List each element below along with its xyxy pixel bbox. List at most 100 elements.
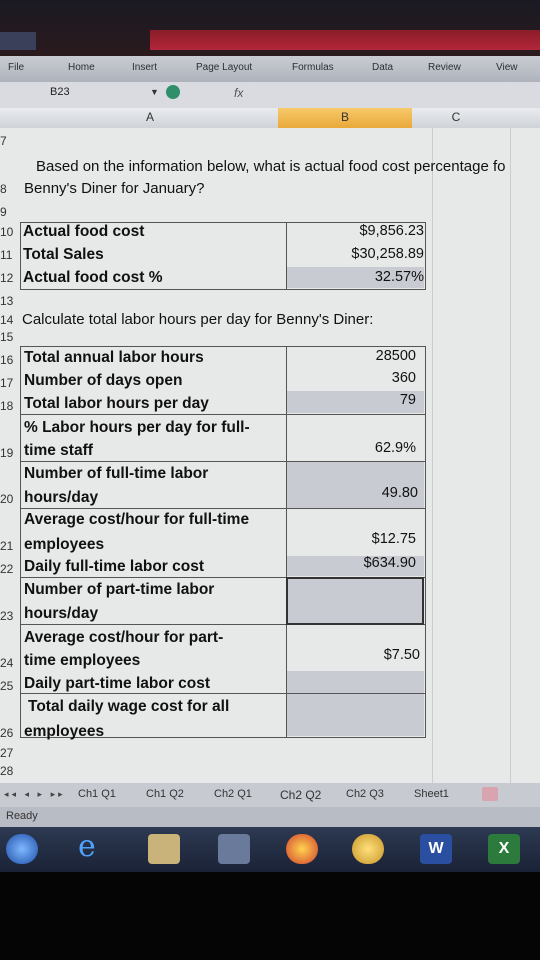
row-number[interactable]: 28 [0,764,22,778]
daily-ft-cost-label: Daily full-time labor cost [24,558,205,575]
column-header-c[interactable]: C [446,110,466,124]
row-number[interactable]: 11 [0,248,22,262]
row-number[interactable]: 7 [0,134,22,148]
row-number[interactable]: 23 [0,609,22,623]
sheet-nav-arrows-icon[interactable]: ◂◂ ◂ ▸ ▸▸ [4,789,66,800]
ft-hours-value[interactable]: 49.80 [382,485,418,501]
row-number[interactable]: 8 [0,182,22,196]
tab-formulas[interactable]: Formulas [292,62,334,73]
app-icon[interactable] [352,834,384,864]
question-1-line-2: Benny's Diner for January? [24,180,205,197]
status-text: Ready [6,810,38,822]
sheet-tab-ch2-q3[interactable]: Ch2 Q3 [346,788,384,800]
ft-hours-label-line-1: Number of full-time labor [24,465,209,482]
row-number[interactable]: 19 [0,446,22,460]
tab-review[interactable]: Review [428,62,461,73]
insert-sheet-icon[interactable] [482,787,498,801]
chevron-down-icon[interactable]: ▼ [150,87,159,97]
taskbar: e W X [0,827,540,872]
daily-pt-cost-label: Daily part-time labor cost [24,675,211,692]
tab-file[interactable]: File [8,62,24,73]
function-wizard-icon[interactable] [166,85,180,99]
file-explorer-icon[interactable] [148,834,180,864]
tab-view[interactable]: View [496,62,518,73]
sheet-tab-bar: ◂◂ ◂ ▸ ▸▸ Ch1 Q1 Ch1 Q2 Ch2 Q1 Ch2 Q2 Ch… [0,783,540,807]
screen-bezel [0,872,540,960]
ft-hours-label-line-2: hours/day [24,489,99,506]
labor-hours-per-day-value[interactable]: 79 [400,392,416,408]
tab-data[interactable]: Data [372,62,393,73]
start-button-icon[interactable] [6,834,38,864]
total-sales-value[interactable]: $30,258.89 [351,246,424,262]
actual-food-cost-label: Actual food cost [23,223,145,240]
column-header-a[interactable]: A [140,110,160,124]
pct-ft-label-line-2: time staff [24,442,93,459]
name-box[interactable]: B23 [50,86,160,102]
row-number[interactable]: 24 [0,656,22,670]
column-headers: A B C [0,108,540,129]
labor-hours-per-day-label: Total labor hours per day [24,395,209,412]
word-icon[interactable]: W [420,834,452,864]
column-header-b[interactable]: B [335,110,355,124]
pt-hours-label-line-2: hours/day [24,605,99,622]
tab-insert[interactable]: Insert [132,62,157,73]
annual-labor-hours-label: Total annual labor hours [24,349,204,366]
total-wage-label-line-2: employees [24,723,105,740]
pt-hours-label-line-1: Number of part-time labor [24,581,215,598]
total-wage-cell-shade [287,694,424,736]
daily-pt-cost-cell-shade [287,671,424,693]
question-1-line-1: Based on the information below, what is … [36,158,506,175]
row-number[interactable]: 10 [0,225,22,239]
row-number[interactable]: 15 [0,330,22,344]
pt-cost-label-line-1: Average cost/hour for part- [24,629,224,646]
selected-cell-b23[interactable] [286,577,424,625]
row-number[interactable]: 27 [0,746,22,760]
daily-ft-cost-value[interactable]: $634.90 [364,555,416,571]
formula-bar: B23 ▼ fx [0,82,540,109]
tab-page-layout[interactable]: Page Layout [196,62,252,73]
actual-food-cost-value[interactable]: $9,856.23 [359,223,424,239]
ft-cost-value[interactable]: $12.75 [372,531,416,547]
sheet-tab-ch2-q2[interactable]: Ch2 Q2 [280,788,321,802]
media-player-icon[interactable] [218,834,250,864]
row-number[interactable]: 26 [0,726,22,740]
pct-ft-value[interactable]: 62.9% [375,440,416,456]
excel-icon[interactable]: X [488,834,520,864]
days-open-label: Number of days open [24,372,183,389]
row-number[interactable]: 25 [0,679,22,693]
annual-labor-hours-value[interactable]: 28500 [376,348,416,364]
row-number[interactable]: 9 [0,205,22,219]
status-bar: Ready [0,807,540,827]
row-number[interactable]: 20 [0,492,22,506]
ft-cost-label-line-1: Average cost/hour for full-time [24,511,250,528]
row-number[interactable]: 12 [0,271,22,285]
row-number[interactable]: 18 [0,399,22,413]
chrome-icon[interactable] [286,834,318,864]
question-2: Calculate total labor hours per day for … [22,311,374,328]
internet-explorer-icon[interactable]: e [78,829,110,864]
title-bar [0,0,540,56]
worksheet[interactable]: 7 8 9 10 11 12 13 14 15 16 17 18 19 20 2… [0,128,540,783]
actual-food-cost-pct-value[interactable]: 32.57% [375,269,424,285]
quick-access-toolbar[interactable] [0,32,36,50]
pct-ft-label-line-1: % Labor hours per day for full- [24,419,250,436]
sheet-tab-ch1-q2[interactable]: Ch1 Q2 [146,788,184,800]
total-sales-label: Total Sales [23,246,104,263]
tab-home[interactable]: Home [68,62,95,73]
row-number[interactable]: 13 [0,294,22,308]
days-open-value[interactable]: 360 [392,370,416,386]
row-number[interactable]: 14 [0,313,22,327]
row-number[interactable]: 22 [0,562,22,576]
total-wage-label-line-1: Total daily wage cost for all [28,698,230,715]
sheet-tab-ch1-q1[interactable]: Ch1 Q1 [78,788,116,800]
row-number[interactable]: 21 [0,539,22,553]
sheet-tab-sheet1[interactable]: Sheet1 [414,788,449,800]
window-title-strip [150,30,540,50]
sheet-tab-ch2-q1[interactable]: Ch2 Q1 [214,788,252,800]
actual-food-cost-pct-label: Actual food cost % [23,269,163,286]
row-number[interactable]: 17 [0,376,22,390]
row-number[interactable]: 16 [0,353,22,367]
fx-label[interactable]: fx [234,86,243,100]
pt-cost-value[interactable]: $7.50 [384,647,420,663]
pt-cost-label-line-2: time employees [24,652,141,669]
